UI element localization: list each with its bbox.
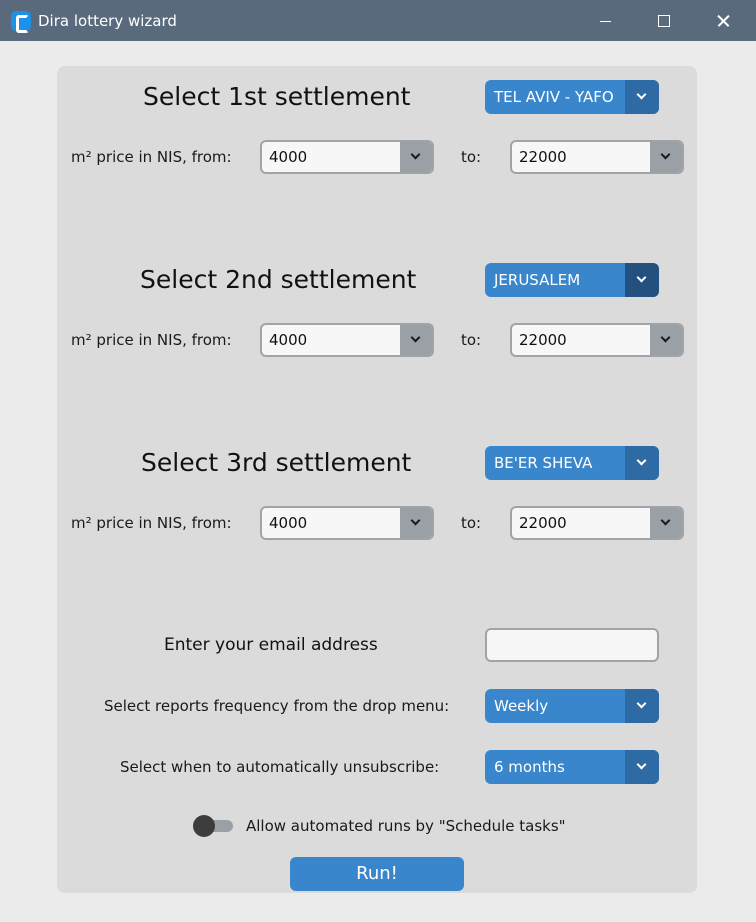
settlement-3-price-to-combo[interactable]: 22000 (510, 506, 684, 540)
settlement-3-price-from-label: m² price in NIS, from: (71, 514, 232, 532)
toggle-knob[interactable] (193, 815, 215, 837)
settlement-2-price-to-combo[interactable]: 22000 (510, 323, 684, 357)
settlement-3-price-to-value[interactable]: 22000 (519, 514, 567, 532)
window-title: Dira lottery wizard (38, 12, 177, 30)
frequency-dropdown[interactable]: Weekly (485, 689, 659, 723)
email-label: Enter your email address (164, 635, 378, 655)
settlement-2-price-from-value[interactable]: 4000 (269, 331, 307, 349)
schedule-toggle[interactable] (193, 815, 235, 837)
settlement-2-price-to-label: to: (461, 331, 482, 349)
settlement-1-price-to-combo[interactable]: 22000 (510, 140, 684, 174)
settlement-1-price-from-value[interactable]: 4000 (269, 148, 307, 166)
settlement-1-selected: TEL AVIV - YAFO (494, 88, 614, 106)
chevron-down-icon (660, 515, 671, 526)
chevron-down-icon (410, 149, 421, 160)
settlement-2-price-from-label: m² price in NIS, from: (71, 331, 232, 349)
chevron-down-icon (636, 698, 647, 709)
email-field[interactable] (485, 628, 659, 662)
unsubscribe-dropdown-arrow[interactable] (625, 750, 659, 784)
settlement-3-selected: BE'ER SHEVA (494, 454, 593, 472)
settlement-1-price-from-label: m² price in NIS, from: (71, 148, 232, 166)
chevron-down-icon (636, 89, 647, 100)
schedule-toggle-label: Allow automated runs by "Schedule tasks" (246, 817, 566, 835)
settlement-2-selected: JERUSALEM (494, 271, 581, 289)
settlement-3-price-to-arrow[interactable] (650, 508, 682, 538)
settlement-3-dropdown[interactable]: BE'ER SHEVA (485, 446, 659, 480)
settlement-2-price-from-combo[interactable]: 4000 (260, 323, 434, 357)
minimize-icon[interactable] (583, 0, 629, 41)
chevron-down-icon (636, 455, 647, 466)
settlement-3-price-from-combo[interactable]: 4000 (260, 506, 434, 540)
close-icon[interactable] (699, 0, 745, 41)
title-bar[interactable]: Dira lottery wizard (0, 0, 756, 41)
frequency-dropdown-arrow[interactable] (625, 689, 659, 723)
settlement-1-price-from-arrow[interactable] (400, 142, 432, 172)
settlement-2-price-from-arrow[interactable] (400, 325, 432, 355)
settlement-3-price-to-label: to: (461, 514, 482, 532)
chevron-down-icon (636, 272, 647, 283)
chevron-down-icon (660, 149, 671, 160)
unsubscribe-label: Select when to automatically unsubscribe… (120, 758, 440, 776)
settlement-1-price-from-combo[interactable]: 4000 (260, 140, 434, 174)
settlement-3-heading: Select 3rd settlement (141, 448, 412, 477)
settlement-2-heading: Select 2nd settlement (140, 265, 417, 294)
frequency-label: Select reports frequency from the drop m… (104, 697, 450, 715)
app-icon (11, 11, 31, 33)
settlement-2-price-to-value[interactable]: 22000 (519, 331, 567, 349)
chevron-down-icon (410, 332, 421, 343)
settlement-1-heading: Select 1st settlement (143, 82, 411, 111)
settlement-1-price-to-label: to: (461, 148, 482, 166)
settlement-3-dropdown-arrow[interactable] (625, 446, 659, 480)
settlement-3-price-from-arrow[interactable] (400, 508, 432, 538)
settlement-1-price-to-arrow[interactable] (650, 142, 682, 172)
chevron-down-icon (410, 515, 421, 526)
unsubscribe-dropdown[interactable]: 6 months (485, 750, 659, 784)
frequency-selected: Weekly (494, 697, 549, 715)
chevron-down-icon (636, 759, 647, 770)
settlement-1-price-to-value[interactable]: 22000 (519, 148, 567, 166)
settlement-2-price-to-arrow[interactable] (650, 325, 682, 355)
run-button[interactable]: Run! (290, 857, 464, 891)
settlement-2-dropdown[interactable]: JERUSALEM (485, 263, 659, 297)
settlement-3-price-from-value[interactable]: 4000 (269, 514, 307, 532)
maximize-icon[interactable] (641, 0, 687, 41)
chevron-down-icon (660, 332, 671, 343)
settlement-2-dropdown-arrow[interactable] (625, 263, 659, 297)
settlement-1-dropdown-arrow[interactable] (625, 80, 659, 114)
unsubscribe-selected: 6 months (494, 758, 565, 776)
settlement-1-dropdown[interactable]: TEL AVIV - YAFO (485, 80, 659, 114)
